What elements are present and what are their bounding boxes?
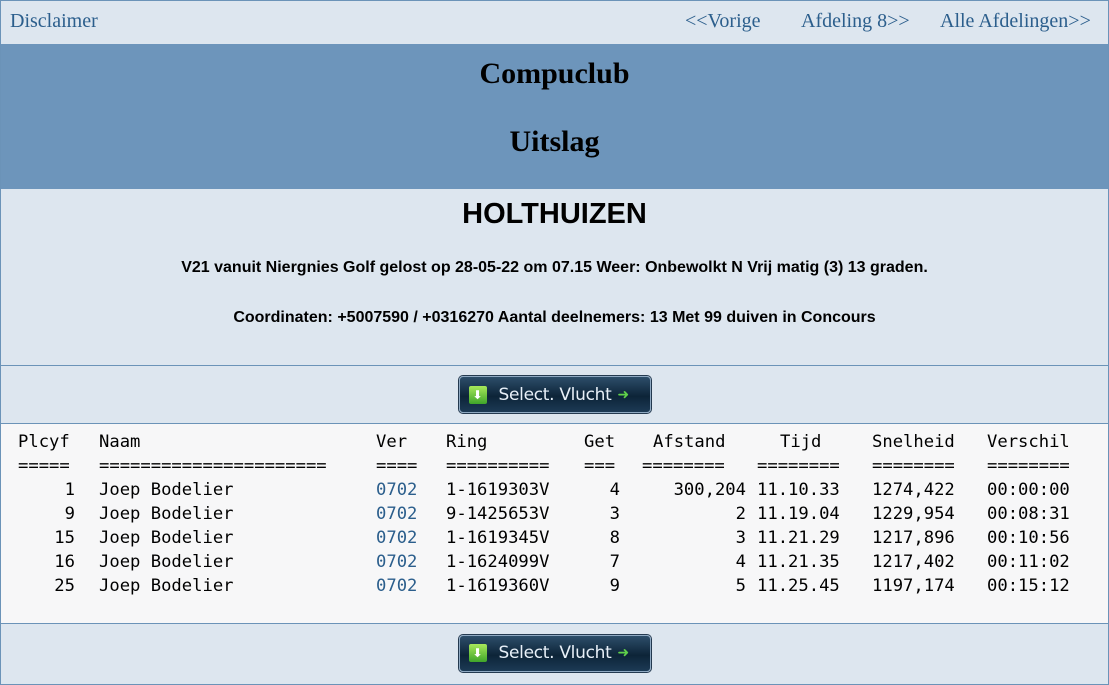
table-cell[interactable]: 0702 [376, 478, 417, 502]
column-separator: ====================== [99, 456, 327, 476]
table-cell[interactable]: 0702 [376, 574, 417, 598]
table-cell: 15 [54, 528, 75, 548]
table-row: 25 Joep Bodelier 0702 1-1619360V 9 5 11.25.45 1… [1, 574, 1091, 598]
column-header: Tijd [780, 432, 822, 452]
column-separator: ======== [757, 456, 840, 476]
page-title: Uitslag [509, 125, 600, 158]
table-cell: 11.19.04 [757, 504, 840, 524]
table-row: 1 Joep Bodelier 0702 1-1619303V 4 300,204 11.1… [1, 478, 1091, 502]
table-cell: 00:15:12 [987, 576, 1070, 596]
column-header: Ver [376, 432, 408, 452]
table-separator-row: ===== ====================== ==== =========… [1, 454, 1091, 478]
table-cell: 1217,896 [872, 528, 955, 548]
table-cell: 1-1619360V [446, 576, 550, 596]
table-cell: 11.21.35 [757, 552, 840, 572]
top-nav: Disclaimer <<Vorige Afdeling 8>> Alle Af… [1, 1, 1108, 44]
table-cell: 4 [609, 480, 620, 500]
table-row: 9 Joep Bodelier 0702 9-1425653V 3 2 11.19.04 12… [1, 502, 1091, 526]
table-cell: 2 [735, 504, 746, 524]
race-coordinates: Coordinaten: +5007590 / +0316270 Aantal … [233, 309, 876, 326]
prev-link[interactable]: <<Vorige [685, 10, 761, 33]
disclaimer-link[interactable]: Disclaimer [10, 10, 98, 33]
column-separator: ===== [18, 456, 70, 476]
table-cell: 00:10:56 [987, 528, 1070, 548]
place-title: HOLTHUIZEN [462, 198, 647, 230]
column-header: Get [584, 432, 616, 452]
column-separator: ======== [872, 456, 955, 476]
table-cell: Joep Bodelier [99, 480, 234, 500]
table-cell: 9-1425653V [446, 504, 550, 524]
table-cell[interactable]: 0702 [376, 526, 417, 550]
table-cell: 1217,402 [872, 552, 955, 572]
club-title: Compuclub [479, 57, 630, 90]
table-cell: 5 [735, 576, 746, 596]
table-row: 15 Joep Bodelier 0702 1-1619345V 8 3 11.21.29 1… [1, 526, 1091, 550]
button-row-bottom: ⬇ Select. Vlucht ➜ [1, 623, 1108, 682]
table-cell: 1-1619345V [446, 528, 550, 548]
table-cell: Joep Bodelier [99, 552, 234, 572]
table-cell: 9 [609, 576, 620, 596]
table-cell: Joep Bodelier [99, 576, 234, 596]
table-cell: 1 [64, 480, 75, 500]
table-cell: 00:11:02 [987, 552, 1070, 572]
column-header: Verschil [987, 432, 1070, 452]
column-separator: === [584, 456, 616, 476]
table-cell: 7 [609, 552, 620, 572]
table-cell[interactable]: 0702 [376, 502, 417, 526]
table-header-row: Plcyf Naam Ver Ring Get Afstand Tijd Snelheid Ve… [1, 430, 1091, 454]
table-cell: 1-1619303V [446, 480, 550, 500]
table-cell: 9 [64, 504, 75, 524]
header-banner: Compuclub Uitslag [1, 44, 1108, 189]
select-flight-button[interactable]: ⬇ Select. Vlucht ➜ [458, 376, 651, 413]
column-separator: ==== [376, 456, 418, 476]
download-icon: ⬇ [468, 385, 487, 404]
table-row: 16 Joep Bodelier 0702 1-1624099V 7 4 11.21.35 1… [1, 550, 1091, 574]
download-icon: ⬇ [468, 644, 487, 662]
table-cell: 4 [735, 552, 746, 572]
table-cell: 00:00:00 [987, 480, 1070, 500]
column-header: Ring [446, 432, 488, 452]
column-header: Naam [99, 432, 141, 452]
arrow-right-icon: ➜ [617, 386, 630, 403]
column-separator: ========== [446, 456, 550, 476]
next-afdeling-link[interactable]: Afdeling 8>> [801, 10, 910, 33]
select-flight-button[interactable]: ⬇ Select. Vlucht ➜ [458, 634, 651, 672]
table-cell: 3 [735, 528, 746, 548]
table-cell: 1-1624099V [446, 552, 550, 572]
table-cell: 00:08:31 [987, 504, 1070, 524]
table-cell[interactable]: 0702 [376, 550, 417, 574]
table-cell: 11.21.29 [757, 528, 840, 548]
column-separator: ======== [642, 456, 725, 476]
table-cell: 1197,174 [872, 576, 955, 596]
table-cell: 25 [54, 576, 75, 596]
column-header: Snelheid [872, 432, 955, 452]
column-separator: ======== [987, 456, 1070, 476]
all-afdelingen-link[interactable]: Alle Afdelingen>> [940, 10, 1091, 33]
page: Disclaimer <<Vorige Afdeling 8>> Alle Af… [0, 0, 1109, 685]
race-description: V21 vanuit Niergnies Golf gelost op 28-0… [181, 259, 928, 276]
table-cell: 16 [54, 552, 75, 572]
table-cell: 3 [609, 504, 620, 524]
table-cell: 11.10.33 [757, 480, 840, 500]
column-header: Plcyf [18, 432, 70, 452]
table-cell: Joep Bodelier [99, 528, 234, 548]
select-flight-label: Select. Vlucht [498, 384, 612, 405]
select-flight-label: Select. Vlucht [498, 643, 612, 663]
table-cell: 11.25.45 [757, 576, 840, 596]
arrow-right-icon: ➜ [617, 645, 630, 661]
table-cell: Joep Bodelier [99, 504, 234, 524]
table-cell: 1229,954 [872, 504, 955, 524]
button-row-top: ⬇ Select. Vlucht ➜ [1, 366, 1108, 424]
table-cell: 1274,422 [872, 480, 955, 500]
column-header: Afstand [653, 432, 726, 452]
table-cell: 8 [609, 528, 620, 548]
table-cell: 300,204 [673, 480, 746, 500]
race-info: HOLTHUIZEN V21 vanuit Niergnies Golf gel… [1, 189, 1108, 366]
results-table: Plcyf Naam Ver Ring Get Afstand Tijd Snelheid Ve… [1, 424, 1108, 623]
